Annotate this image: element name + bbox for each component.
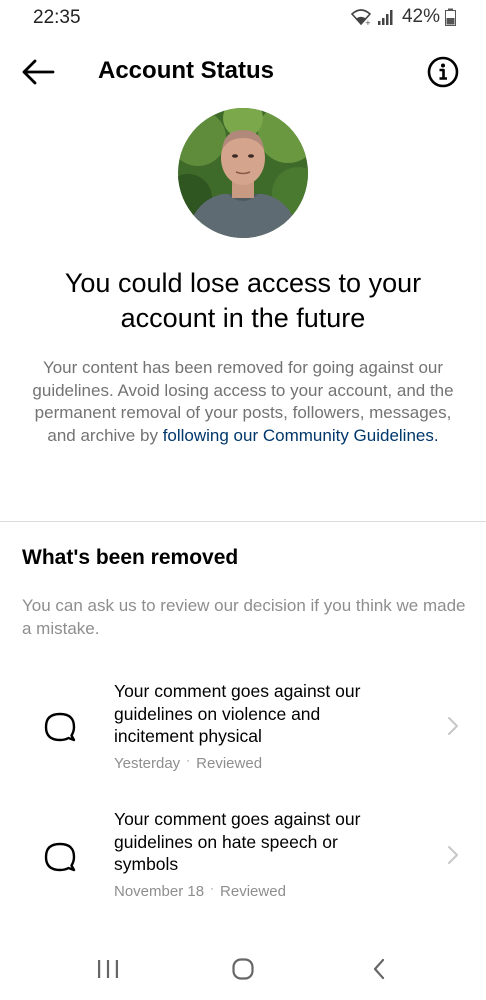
signal-icon [377, 10, 393, 25]
removed-item[interactable]: Your comment goes against our guidelines… [0, 680, 486, 780]
section-divider [0, 521, 486, 522]
back-button[interactable] [20, 56, 56, 88]
comment-icon [44, 712, 76, 742]
removed-item-date: November 18 [114, 883, 205, 900]
removed-item-status: Reviewed [196, 755, 263, 772]
community-guidelines-link[interactable]: following our Community Guidelines [163, 426, 434, 445]
removed-item-status: Reviewed [220, 883, 286, 900]
profile-avatar [178, 108, 308, 238]
system-nav-bar [0, 935, 486, 1000]
home-button[interactable] [231, 957, 255, 981]
wifi-icon: + [350, 9, 372, 26]
removed-item[interactable]: Your comment goes against our guidelines… [0, 808, 486, 908]
warning-title: You could lose access to your account in… [64, 268, 422, 333]
recent-apps-button[interactable] [96, 959, 120, 979]
meta-separator: · [210, 881, 215, 895]
status-bar: 22:35 + 42% [0, 0, 486, 34]
warning-body-end: . [433, 425, 439, 445]
warning-body: Your content has been removed for going … [30, 357, 456, 447]
status-time: 22:35 [33, 7, 81, 28]
system-back-button[interactable] [371, 957, 387, 981]
comment-icon [44, 842, 76, 872]
header: Account Status [0, 44, 486, 100]
chevron-right-icon [448, 717, 458, 735]
battery-icon [445, 8, 456, 26]
arrow-left-icon [22, 59, 55, 85]
page-title: Account Status [98, 57, 275, 84]
removed-item-meta: November 18 · Reviewed [114, 881, 286, 900]
status-icons: + 42% [350, 6, 456, 28]
removed-item-text: Your comment goes against our guidelines… [114, 809, 361, 874]
info-button[interactable] [427, 56, 459, 88]
removed-section-title: What's been removed [22, 546, 239, 569]
removed-item-meta: Yesterday · Reviewed [114, 753, 263, 772]
removed-item-date: Yesterday [114, 755, 181, 772]
battery-percentage: 42% [401, 6, 440, 27]
removed-section-subtitle: You can ask us to review our decision if… [22, 596, 466, 638]
svg-text:+: + [365, 19, 371, 26]
chevron-right-icon [448, 846, 458, 864]
info-icon [427, 56, 459, 88]
removed-item-text: Your comment goes against our guidelines… [114, 681, 361, 746]
meta-separator: · [186, 753, 191, 767]
